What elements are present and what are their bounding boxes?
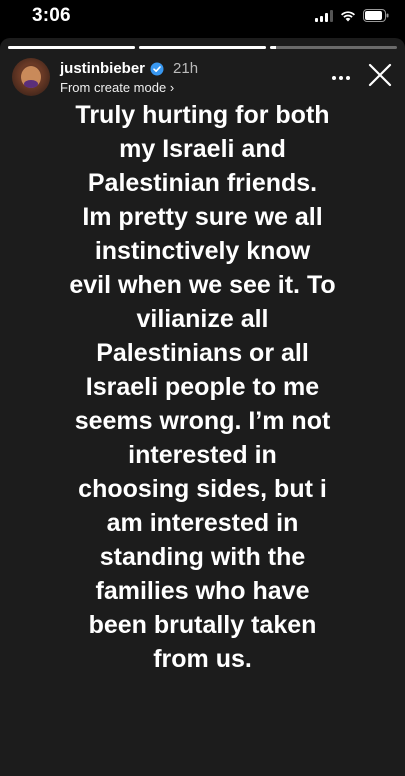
story-card[interactable]: justinbieber 21h From create mode › Trul… — [0, 38, 405, 776]
progress-segment — [8, 46, 135, 49]
story-text-line: vilianize all — [136, 305, 269, 333]
avatar-shade — [24, 80, 38, 88]
story-text-line: Palestinian friends. — [87, 169, 318, 197]
story-text-line: standing with the — [99, 543, 306, 571]
story-text-line: Truly hurting for both — [75, 101, 330, 129]
story-text-line: interested in — [128, 441, 277, 469]
story-text-line: Israeli people to me — [85, 373, 320, 401]
story-text-line: evil when we see it. To — [69, 271, 336, 299]
story-text-line: seems wrong. I’m not — [74, 407, 331, 435]
wifi-icon — [340, 10, 356, 22]
progress-segment — [270, 46, 397, 49]
verified-badge-icon — [150, 62, 164, 76]
story-text-line: Im pretty sure we all — [82, 203, 323, 231]
avatar[interactable] — [12, 58, 50, 96]
story-progress-bar — [8, 46, 397, 49]
story-text-line: been brutally taken — [88, 611, 317, 639]
progress-fill — [8, 46, 135, 49]
phone-screen: 3:06 justinbieber 21h From create mode ›… — [0, 0, 405, 776]
create-mode-link[interactable]: From create mode › — [60, 80, 174, 95]
time-ago: 21h — [173, 60, 199, 77]
story-text-line: Palestinians or all — [96, 339, 309, 367]
battery-icon — [363, 9, 389, 22]
close-icon[interactable] — [367, 62, 393, 88]
story-text-line: choosing sides, but i — [78, 475, 327, 503]
story-text: Truly hurting for both my Israeli and Pale… — [20, 98, 385, 676]
status-bar: 3:06 — [0, 0, 405, 36]
username-row[interactable]: justinbieber 21h — [60, 60, 198, 77]
more-options-icon[interactable] — [329, 68, 353, 88]
status-icons — [315, 9, 389, 22]
progress-segment — [139, 46, 266, 49]
progress-fill — [270, 46, 277, 49]
progress-fill — [139, 46, 266, 49]
story-text-line: am interested in — [106, 509, 299, 537]
story-text-line: instinctively know — [94, 237, 311, 265]
story-text-line: from us. — [153, 645, 252, 673]
story-text-line: my Israeli and — [119, 135, 286, 163]
story-text-line: families who have — [95, 577, 310, 605]
story-header: justinbieber 21h From create mode › — [12, 58, 393, 100]
username[interactable]: justinbieber — [60, 60, 145, 77]
status-time: 3:06 — [32, 5, 71, 26]
cellular-signal-icon — [315, 9, 333, 22]
